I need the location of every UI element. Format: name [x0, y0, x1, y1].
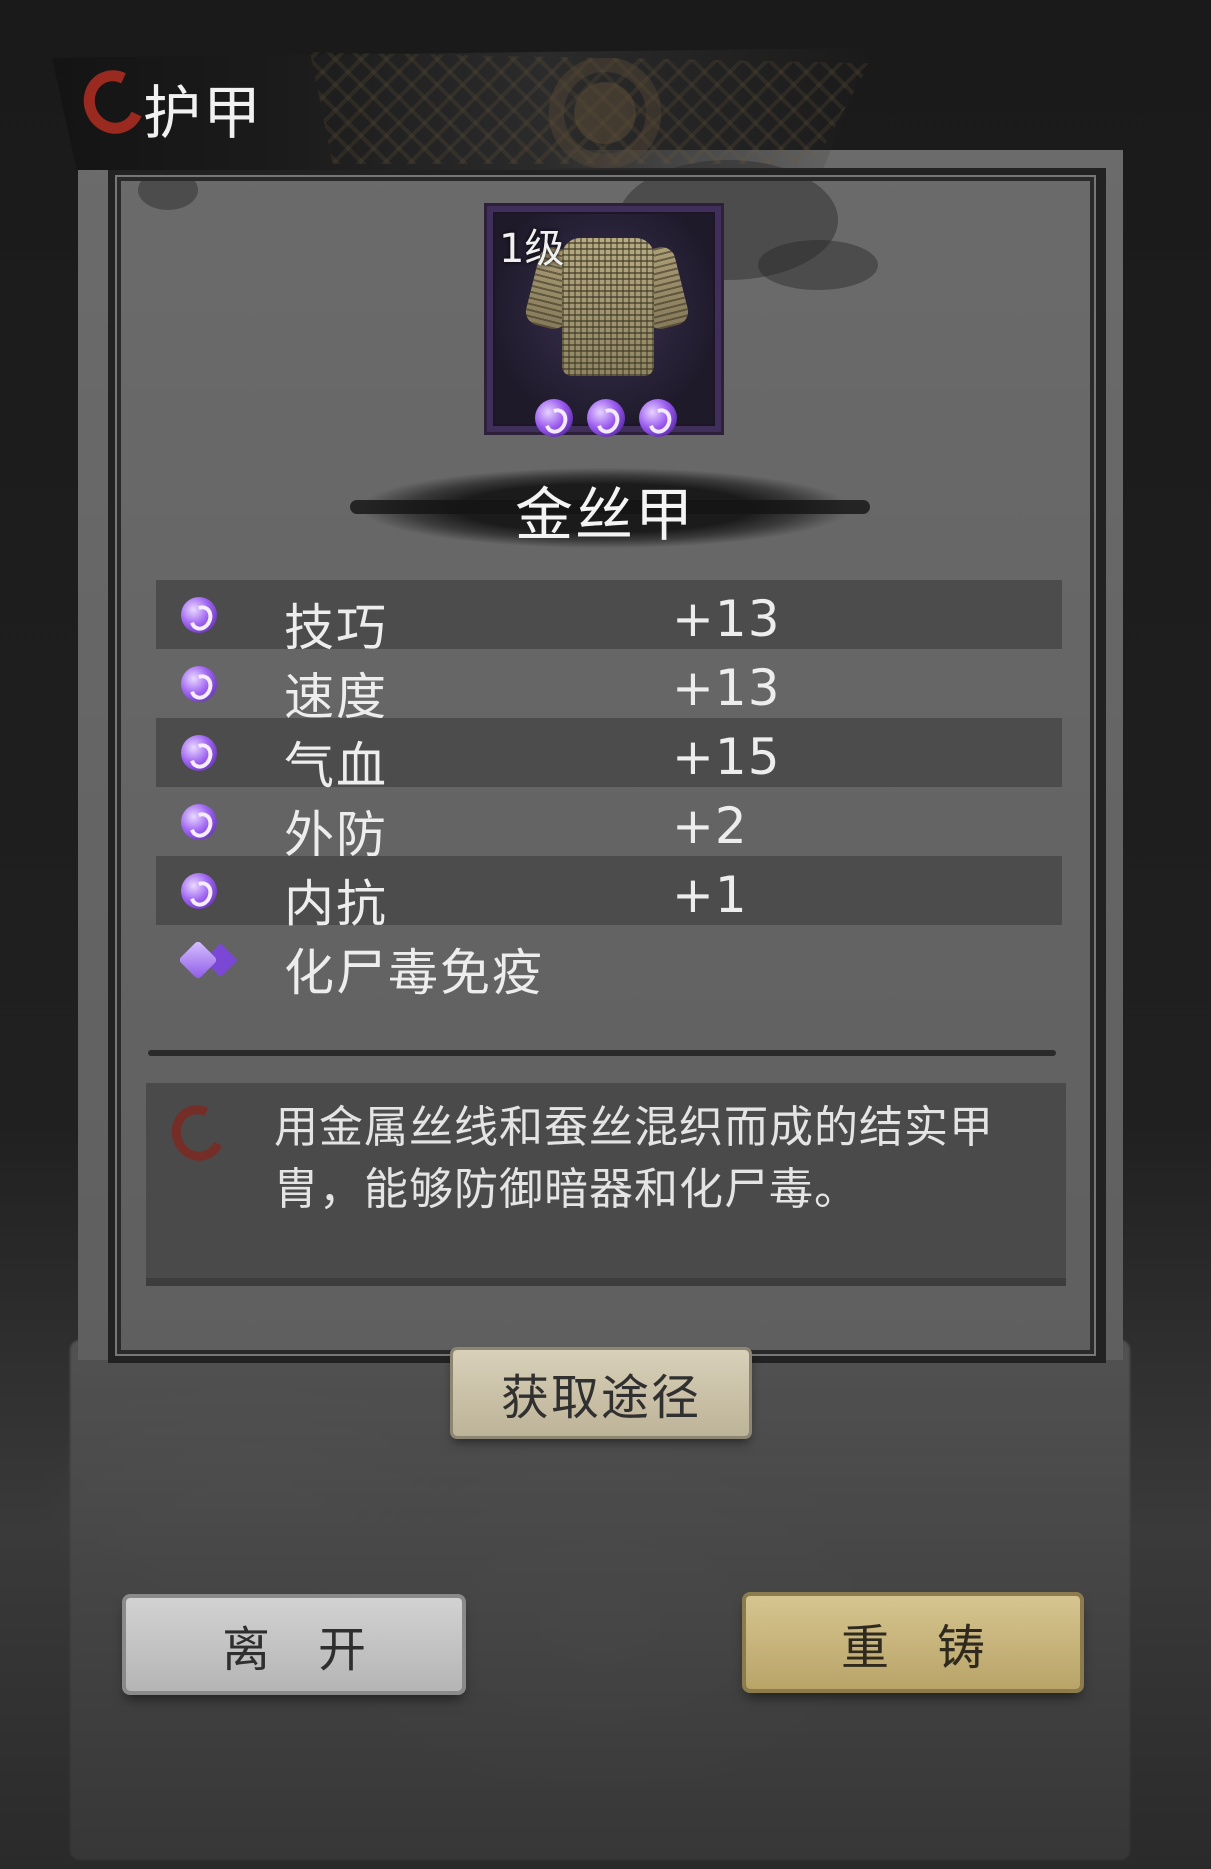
stat-row: 技巧 +13 [156, 580, 1062, 657]
stat-value: +2 [672, 797, 748, 855]
gem-row [535, 399, 677, 437]
stat-label: 化尸毒免疫 [284, 944, 544, 1002]
divider [148, 1050, 1056, 1056]
purple-diamond-icon [178, 940, 218, 980]
purple-gem-icon [181, 873, 217, 909]
stat-value: +15 [672, 728, 781, 786]
armor-detail-screen: 护甲 1级 金丝甲 技巧 +13 速度 +13 气血 +15 外防 +2 内抗 … [0, 0, 1211, 1869]
red-swirl-logo-icon [163, 1097, 233, 1169]
stat-row: 气血 +15 [156, 718, 1062, 795]
purple-gem-icon [181, 735, 217, 771]
page-title: 护甲 [143, 79, 264, 147]
stat-row: 化尸毒免疫 [156, 925, 1062, 1002]
purple-gem-icon [181, 666, 217, 702]
item-name: 金丝甲 [514, 481, 695, 549]
leave-label-1: 离 [221, 1621, 270, 1678]
leave-label-2: 开 [318, 1621, 367, 1678]
stat-value: +13 [672, 590, 781, 648]
stat-row: 外防 +2 [156, 787, 1062, 864]
header-flower-ornament [520, 58, 690, 168]
description-box: 用金属丝线和蚕丝混织而成的结实甲胄，能够防御暗器和化尸毒。 [146, 1083, 1066, 1286]
purple-gem-icon [181, 804, 217, 840]
reforge-button[interactable]: 重 铸 [746, 1596, 1080, 1689]
purple-gem-icon [587, 399, 625, 437]
reforge-label-2: 铸 [937, 1619, 986, 1676]
purple-gem-icon [181, 597, 217, 633]
stat-value: +1 [672, 866, 748, 924]
item-description: 用金属丝线和蚕丝混织而成的结实甲胄，能够防御暗器和化尸毒。 [274, 1102, 994, 1215]
armor-body [562, 238, 654, 376]
stat-value: +13 [672, 659, 781, 717]
leave-button[interactable]: 离 开 [126, 1598, 462, 1691]
acquire-source-button[interactable]: 获取途径 [453, 1350, 749, 1436]
item-level: 1级 [499, 226, 565, 272]
purple-gem-icon [535, 399, 573, 437]
stat-row: 内抗 +1 [156, 856, 1062, 933]
reforge-label-1: 重 [840, 1619, 889, 1676]
purple-gem-icon [639, 399, 677, 437]
stats-list: 技巧 +13 速度 +13 气血 +15 外防 +2 内抗 +1 化尸毒免疫 [156, 580, 1062, 1002]
armor-item-slot[interactable]: 1级 [484, 203, 724, 437]
stat-row: 速度 +13 [156, 649, 1062, 726]
